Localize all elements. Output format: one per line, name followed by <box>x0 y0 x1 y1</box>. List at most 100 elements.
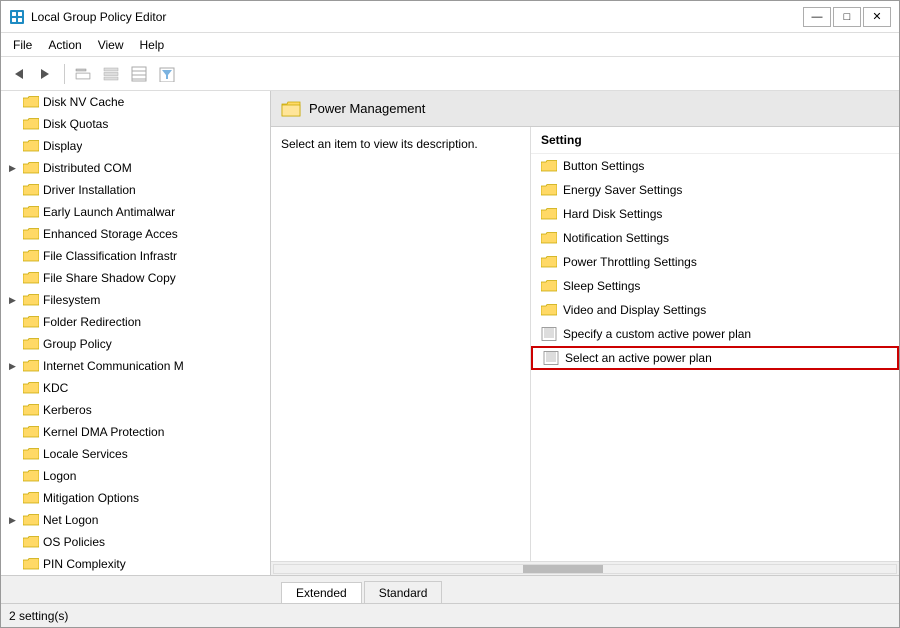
folder-icon <box>23 161 39 175</box>
expand-icon[interactable]: ▶ <box>9 163 23 174</box>
tree-item-label: Driver Installation <box>43 183 136 197</box>
details-button[interactable] <box>126 61 152 87</box>
tree-panel[interactable]: Disk NV CacheDisk Quotas Display ▶Distribu… <box>1 91 271 575</box>
setting-folder-icon <box>541 183 557 197</box>
setting-folder-icon <box>541 207 557 221</box>
tree-item-label: Display <box>43 139 82 153</box>
setting-item[interactable]: Specify a custom active power plan <box>531 322 899 346</box>
description-pane: Select an item to view its description. <box>271 127 531 561</box>
tab-standard[interactable]: Standard <box>364 581 443 603</box>
setting-item[interactable]: Select an active power plan <box>531 346 899 370</box>
folder-icon <box>23 315 39 329</box>
tree-item-label: Internet Communication M <box>43 359 184 373</box>
folder-icon <box>23 183 39 197</box>
tree-item[interactable]: Locale Services <box>1 443 270 465</box>
menu-item-action[interactable]: Action <box>40 36 89 54</box>
tree-item[interactable]: Disk NV Cache <box>1 91 270 113</box>
menu-bar: FileActionViewHelp <box>1 33 899 57</box>
tree-item[interactable]: Display <box>1 135 270 157</box>
tree-item[interactable]: Driver Installation <box>1 179 270 201</box>
back-button[interactable] <box>5 61 31 87</box>
folder-icon <box>23 95 39 109</box>
setting-item[interactable]: Notification Settings <box>531 226 899 250</box>
menu-item-help[interactable]: Help <box>132 36 173 54</box>
setting-folder-icon <box>541 159 557 173</box>
setting-item[interactable]: Power Throttling Settings <box>531 250 899 274</box>
maximize-button[interactable]: □ <box>833 7 861 27</box>
title-bar-left: Local Group Policy Editor <box>9 9 166 25</box>
tree-item[interactable]: ▶Net Logon <box>1 509 270 531</box>
setting-folder-icon <box>541 303 557 317</box>
tree-item[interactable]: Folder Redirection <box>1 311 270 333</box>
expand-icon[interactable]: ▶ <box>9 295 23 306</box>
tree-item[interactable]: Mitigation Options <box>1 487 270 509</box>
close-button[interactable]: ✕ <box>863 7 891 27</box>
right-content: Select an item to view its description. … <box>271 127 899 561</box>
tree-item[interactable]: Logon <box>1 465 270 487</box>
setting-item[interactable]: Video and Display Settings <box>531 298 899 322</box>
folder-icon <box>23 227 39 241</box>
horizontal-scrollbar[interactable] <box>271 561 899 575</box>
tree-item[interactable]: Enhanced Storage Acces <box>1 223 270 245</box>
tree-item[interactable]: KDC <box>1 377 270 399</box>
setting-item[interactable]: Button Settings <box>531 154 899 178</box>
setting-label: Notification Settings <box>563 231 669 245</box>
app-icon <box>9 9 25 25</box>
minimize-button[interactable]: — <box>803 7 831 27</box>
tree-button[interactable] <box>98 61 124 87</box>
folder-icon <box>23 447 39 461</box>
filter-button[interactable] <box>154 61 180 87</box>
setting-item[interactable]: Energy Saver Settings <box>531 178 899 202</box>
tree-item[interactable]: Kerberos <box>1 399 270 421</box>
folder-icon <box>23 469 39 483</box>
main-window: Local Group Policy Editor — □ ✕ FileActi… <box>0 0 900 628</box>
folder-icon <box>23 271 39 285</box>
menu-item-file[interactable]: File <box>5 36 40 54</box>
tree-item[interactable]: ▶ Internet Communication M <box>1 355 270 377</box>
scroll-thumb[interactable] <box>523 565 603 573</box>
forward-button[interactable] <box>33 61 59 87</box>
settings-header: Setting <box>531 127 899 154</box>
tree-item[interactable]: OS Policies <box>1 531 270 553</box>
setting-label: Hard Disk Settings <box>563 207 662 221</box>
folder-icon <box>23 139 39 153</box>
tree-item-label: Mitigation Options <box>43 491 139 505</box>
tree-item-label: Locale Services <box>43 447 128 461</box>
tree-item[interactable]: Kernel DMA Protection <box>1 421 270 443</box>
expand-icon[interactable]: ▶ <box>9 361 23 372</box>
tree-item[interactable]: Group Policy <box>1 333 270 355</box>
tree-item-label: KDC <box>43 381 68 395</box>
folder-icon <box>23 425 39 439</box>
show-file-button[interactable] <box>70 61 96 87</box>
setting-label: Specify a custom active power plan <box>563 327 751 341</box>
panel-title: Power Management <box>309 101 425 116</box>
setting-label: Video and Display Settings <box>563 303 706 317</box>
main-area: Disk NV CacheDisk Quotas Display ▶Distribu… <box>1 91 899 575</box>
tree-item[interactable]: Disk Quotas <box>1 113 270 135</box>
toolbar <box>1 57 899 91</box>
expand-icon[interactable]: ▶ <box>9 515 23 526</box>
tree-item-label: Filesystem <box>43 293 100 307</box>
setting-item[interactable]: Sleep Settings <box>531 274 899 298</box>
tree-item[interactable]: ▶ Filesystem <box>1 289 270 311</box>
tree-item[interactable]: Early Launch Antimalwar <box>1 201 270 223</box>
setting-label: Power Throttling Settings <box>563 255 697 269</box>
tree-item[interactable]: PIN Complexity <box>1 553 270 575</box>
tree-item[interactable]: File Share Shadow Copy <box>1 267 270 289</box>
setting-item[interactable]: Hard Disk Settings <box>531 202 899 226</box>
separator-1 <box>64 64 65 84</box>
folder-icon <box>23 513 39 527</box>
tree-item[interactable]: File Classification Infrastr <box>1 245 270 267</box>
folder-icon <box>23 491 39 505</box>
tab-extended[interactable]: Extended <box>281 582 362 604</box>
tree-item-label: Early Launch Antimalwar <box>43 205 175 219</box>
tree-item-label: Logon <box>43 469 76 483</box>
scroll-track <box>273 564 897 574</box>
tree-item[interactable]: ▶Distributed COM <box>1 157 270 179</box>
tree-item-label: Folder Redirection <box>43 315 141 329</box>
menu-item-view[interactable]: View <box>90 36 132 54</box>
setting-folder-icon <box>541 255 557 269</box>
folder-icon <box>23 359 39 373</box>
setting-label: Select an active power plan <box>565 351 712 365</box>
settings-pane: Setting Button SettingsEnergy Saver Sett… <box>531 127 899 561</box>
